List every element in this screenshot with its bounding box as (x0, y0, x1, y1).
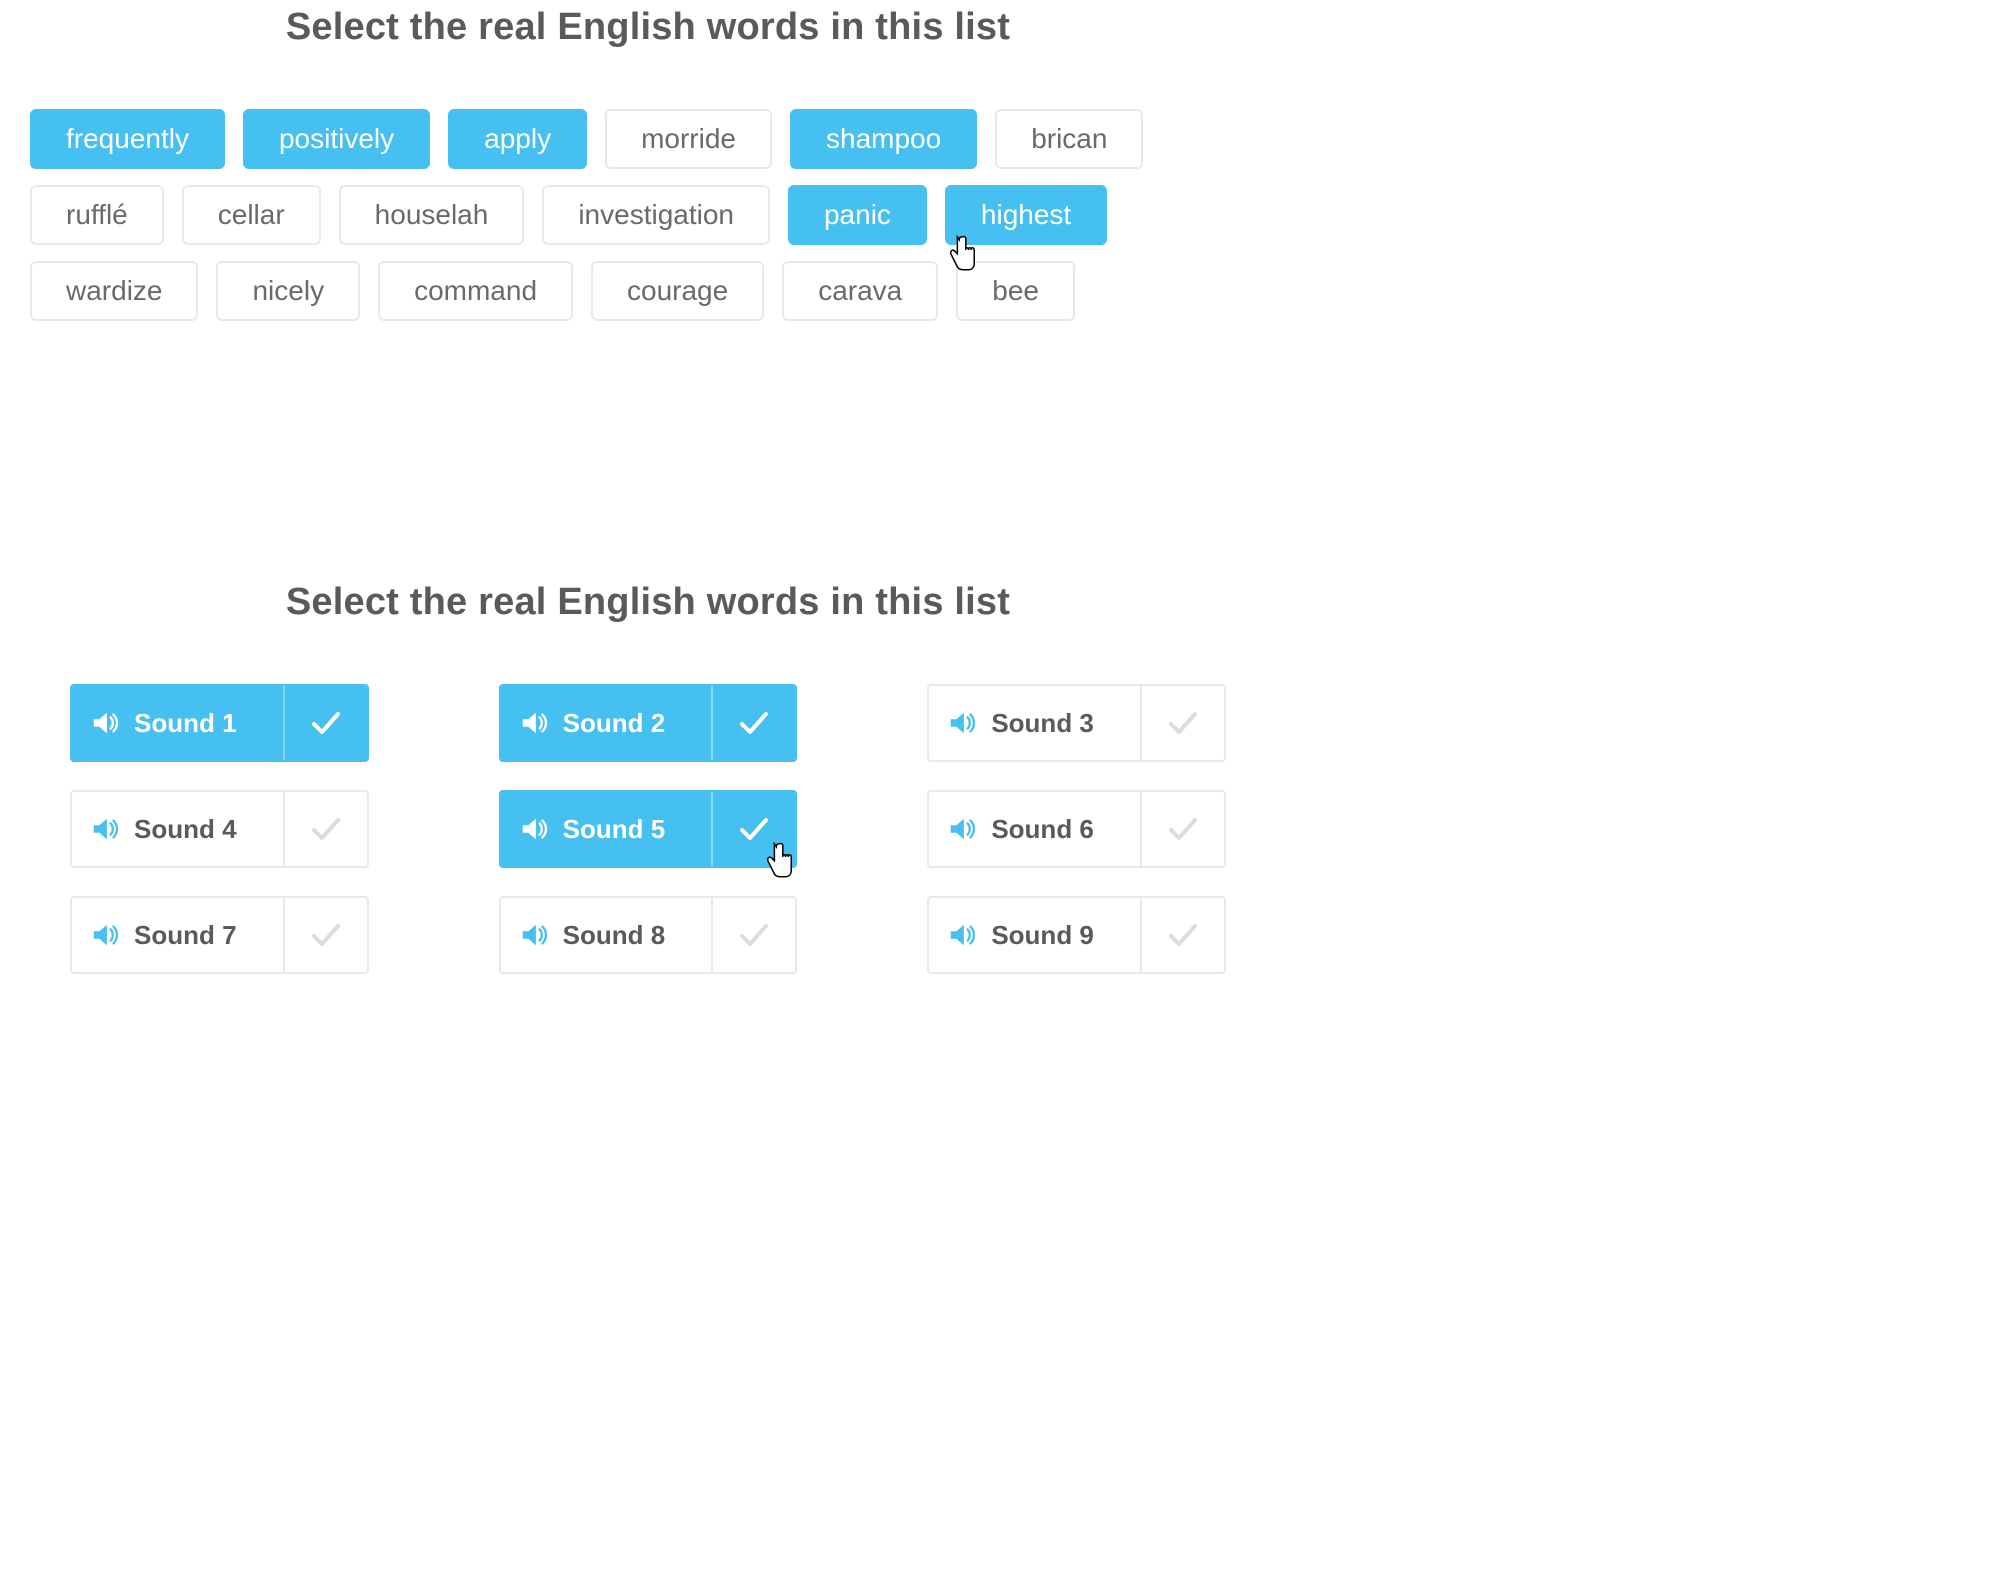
sound-check-7[interactable] (283, 898, 367, 972)
check-icon (309, 918, 343, 952)
word-chip-morride[interactable]: morride (605, 109, 772, 169)
sound-play-3[interactable]: Sound 3 (929, 686, 1140, 760)
check-icon (309, 706, 343, 740)
sound-play-7[interactable]: Sound 7 (72, 898, 283, 972)
speaker-icon (947, 814, 977, 844)
word-chip-frequently[interactable]: frequently (30, 109, 225, 169)
sound-label: Sound 7 (134, 920, 237, 951)
speaker-icon (90, 708, 120, 738)
check-icon (309, 812, 343, 846)
sound-label: Sound 5 (563, 814, 666, 845)
check-icon (1166, 918, 1200, 952)
sound-check-1[interactable] (283, 686, 367, 760)
sound-tiles-grid: Sound 1 Sound 2 (70, 684, 1226, 974)
question1-title: Select the real English words in this li… (30, 6, 1266, 49)
speaker-icon (947, 708, 977, 738)
sound-tile-8[interactable]: Sound 8 (499, 896, 798, 974)
word-chip-houselah[interactable]: houselah (339, 185, 525, 245)
word-chip-shampoo[interactable]: shampoo (790, 109, 977, 169)
sound-check-2[interactable] (711, 686, 795, 760)
sound-tile-5[interactable]: Sound 5 (499, 790, 798, 868)
word-chip-cellar[interactable]: cellar (182, 185, 321, 245)
sound-check-8[interactable] (711, 898, 795, 972)
word-chip-courage[interactable]: courage (591, 261, 764, 321)
word-chip-highest[interactable]: highest (945, 185, 1107, 245)
sound-tile-4[interactable]: Sound 4 (70, 790, 369, 868)
check-icon (737, 918, 771, 952)
sound-play-2[interactable]: Sound 2 (501, 686, 712, 760)
sound-play-5[interactable]: Sound 5 (501, 792, 712, 866)
sound-tile-1[interactable]: Sound 1 (70, 684, 369, 762)
word-chip-ruffle[interactable]: rufflé (30, 185, 164, 245)
word-chip-container: frequently positively apply morride sham… (30, 109, 1266, 321)
speaker-icon (519, 920, 549, 950)
word-chip-command[interactable]: command (378, 261, 573, 321)
word-chip-investigation[interactable]: investigation (542, 185, 770, 245)
sound-tile-2[interactable]: Sound 2 (499, 684, 798, 762)
speaker-icon (519, 814, 549, 844)
speaker-icon (90, 814, 120, 844)
sound-play-6[interactable]: Sound 6 (929, 792, 1140, 866)
word-chip-wardize[interactable]: wardize (30, 261, 198, 321)
sound-tile-7[interactable]: Sound 7 (70, 896, 369, 974)
word-chip-apply[interactable]: apply (448, 109, 587, 169)
sound-play-9[interactable]: Sound 9 (929, 898, 1140, 972)
sound-tile-3[interactable]: Sound 3 (927, 684, 1226, 762)
word-chip-bee[interactable]: bee (956, 261, 1075, 321)
speaker-icon (519, 708, 549, 738)
sound-tile-9[interactable]: Sound 9 (927, 896, 1226, 974)
speaker-icon (947, 920, 977, 950)
sound-play-4[interactable]: Sound 4 (72, 792, 283, 866)
word-chip-panic[interactable]: panic (788, 185, 927, 245)
question2-title: Select the real English words in this li… (30, 581, 1266, 624)
sound-label: Sound 6 (991, 814, 1094, 845)
sound-tile-6[interactable]: Sound 6 (927, 790, 1226, 868)
sound-check-3[interactable] (1140, 686, 1224, 760)
check-icon (737, 812, 771, 846)
sound-label: Sound 3 (991, 708, 1094, 739)
sound-check-9[interactable] (1140, 898, 1224, 972)
check-icon (737, 706, 771, 740)
sound-label: Sound 9 (991, 920, 1094, 951)
word-chip-carava[interactable]: carava (782, 261, 938, 321)
word-chip-nicely[interactable]: nicely (216, 261, 360, 321)
sound-play-8[interactable]: Sound 8 (501, 898, 712, 972)
sound-label: Sound 2 (563, 708, 666, 739)
sound-check-6[interactable] (1140, 792, 1224, 866)
sound-check-5[interactable] (711, 792, 795, 866)
sound-play-1[interactable]: Sound 1 (72, 686, 283, 760)
word-chip-positively[interactable]: positively (243, 109, 430, 169)
word-chip-brican[interactable]: brican (995, 109, 1143, 169)
sound-check-4[interactable] (283, 792, 367, 866)
sound-label: Sound 1 (134, 708, 237, 739)
speaker-icon (90, 920, 120, 950)
sound-label: Sound 4 (134, 814, 237, 845)
check-icon (1166, 812, 1200, 846)
sound-label: Sound 8 (563, 920, 666, 951)
check-icon (1166, 706, 1200, 740)
